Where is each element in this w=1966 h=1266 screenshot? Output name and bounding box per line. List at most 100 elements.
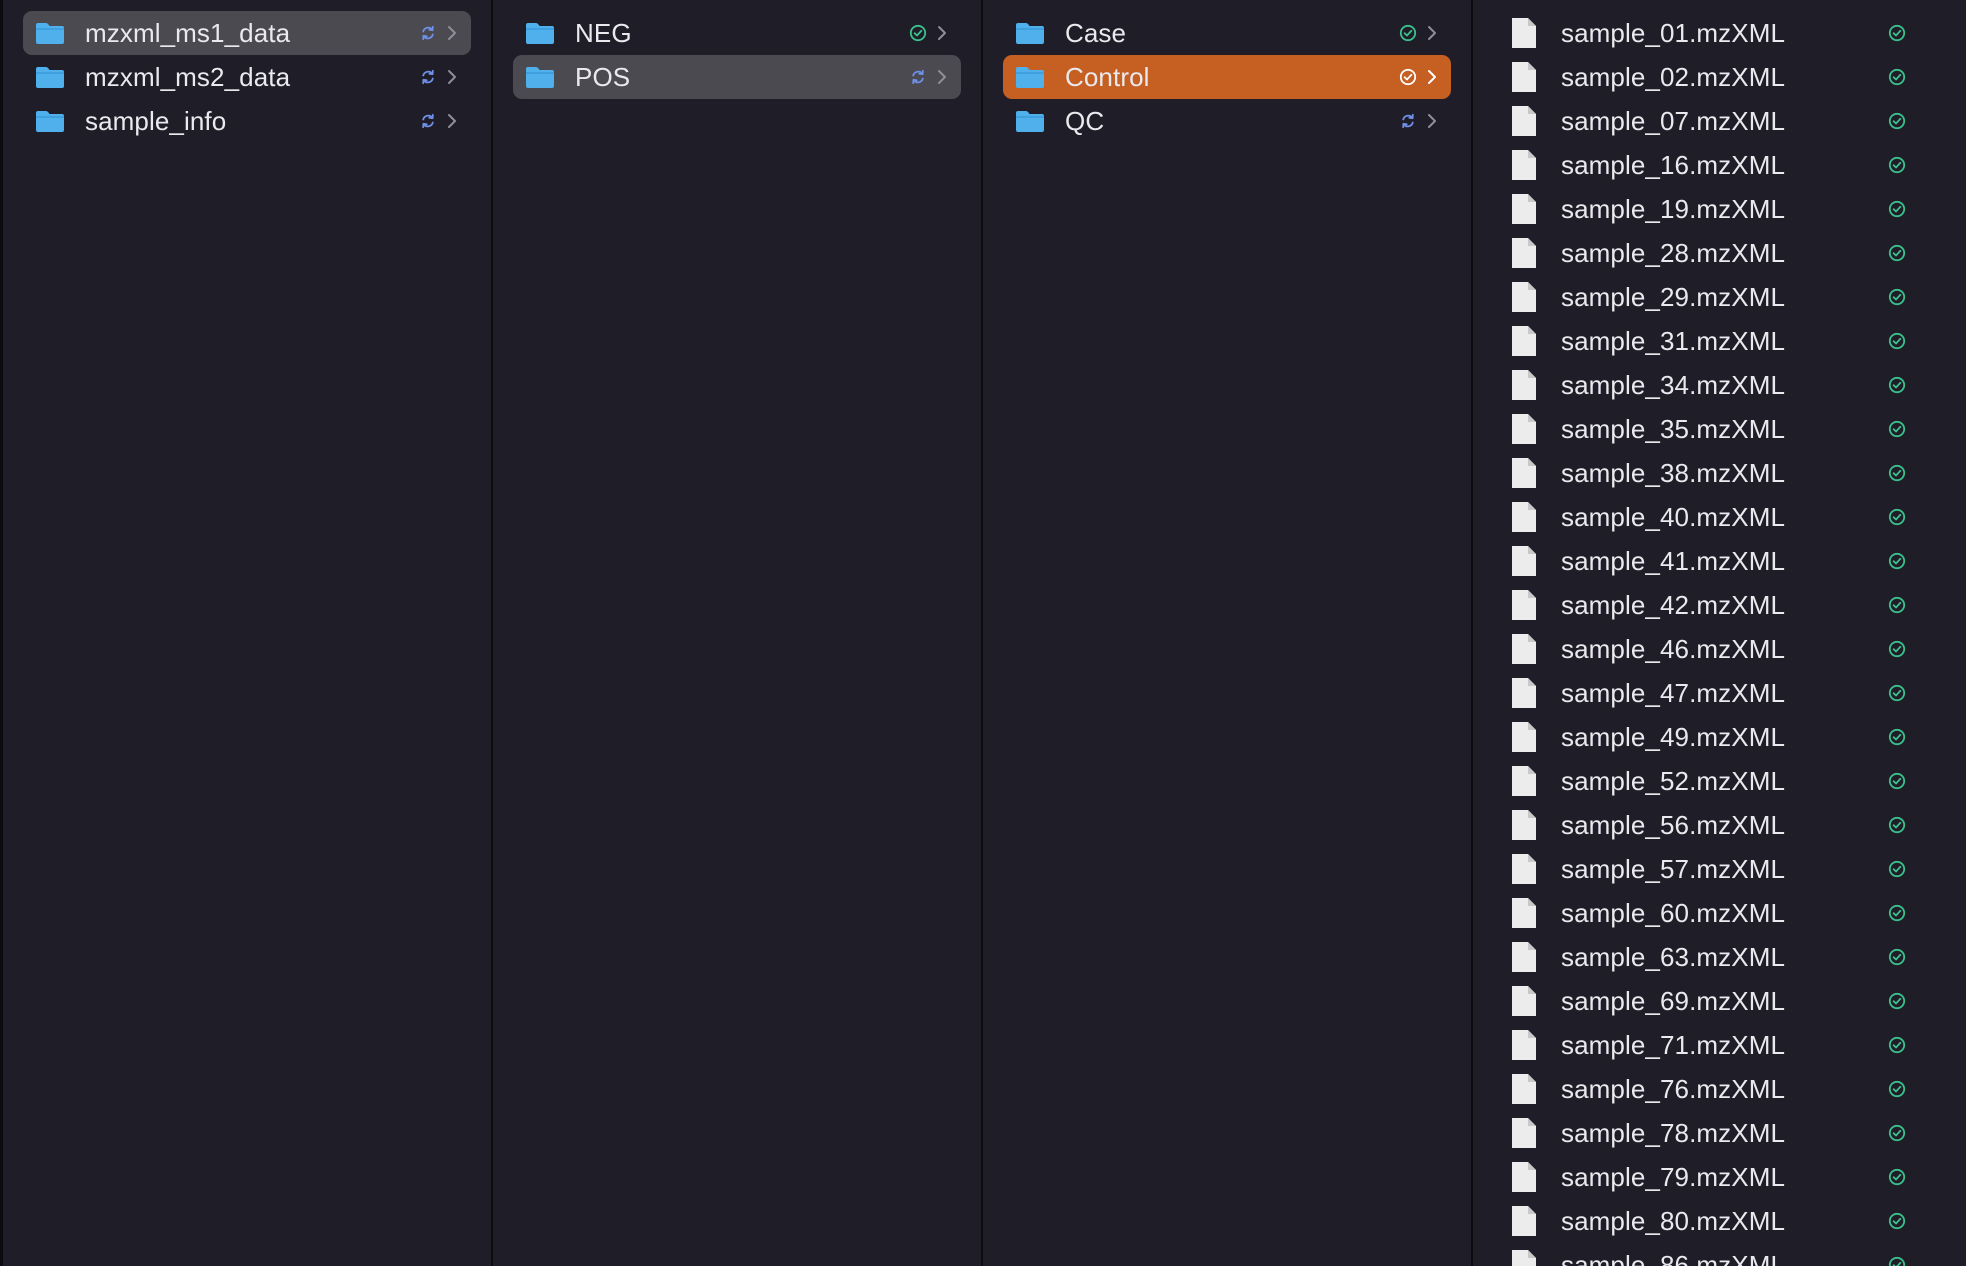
folder-icon xyxy=(525,21,555,45)
syncing-icon xyxy=(419,112,437,130)
synced-check-icon xyxy=(1888,200,1906,218)
file-row[interactable]: sample_63.mzXML xyxy=(1493,935,1946,979)
folder-icon xyxy=(1015,21,1045,45)
file-row[interactable]: sample_49.mzXML xyxy=(1493,715,1946,759)
file-name: sample_76.mzXML xyxy=(1561,1073,1786,1104)
folder-name: mzxml_ms1_data xyxy=(85,17,291,48)
file-row[interactable]: sample_78.mzXML xyxy=(1493,1111,1946,1155)
file-row[interactable]: sample_79.mzXML xyxy=(1493,1155,1946,1199)
document-icon xyxy=(1511,853,1537,885)
file-row[interactable]: sample_76.mzXML xyxy=(1493,1067,1946,1111)
file-name: sample_78.mzXML xyxy=(1561,1117,1786,1148)
synced-check-icon xyxy=(1888,376,1906,394)
folder-name: sample_info xyxy=(85,105,227,136)
file-name: sample_29.mzXML xyxy=(1561,281,1786,312)
document-icon xyxy=(1511,281,1537,313)
chevron-right-icon xyxy=(445,24,459,42)
synced-check-icon xyxy=(1888,816,1906,834)
file-name: sample_42.mzXML xyxy=(1561,589,1786,620)
file-name: sample_28.mzXML xyxy=(1561,237,1786,268)
file-row[interactable]: sample_29.mzXML xyxy=(1493,275,1946,319)
file-row[interactable]: sample_01.mzXML xyxy=(1493,11,1946,55)
document-icon xyxy=(1511,1205,1537,1237)
document-icon xyxy=(1511,325,1537,357)
file-row[interactable]: sample_19.mzXML xyxy=(1493,187,1946,231)
document-icon xyxy=(1511,941,1537,973)
chevron-right-icon xyxy=(1425,68,1439,86)
file-row[interactable]: sample_28.mzXML xyxy=(1493,231,1946,275)
file-name: sample_02.mzXML xyxy=(1561,61,1786,92)
file-name: sample_71.mzXML xyxy=(1561,1029,1786,1060)
file-row[interactable]: sample_31.mzXML xyxy=(1493,319,1946,363)
synced-check-icon xyxy=(1888,420,1906,438)
file-row[interactable]: sample_38.mzXML xyxy=(1493,451,1946,495)
file-row[interactable]: sample_42.mzXML xyxy=(1493,583,1946,627)
file-row[interactable]: sample_56.mzXML xyxy=(1493,803,1946,847)
synced-check-icon xyxy=(1888,596,1906,614)
browser-column-2[interactable]: NEG POS xyxy=(493,0,983,1266)
folder-row[interactable]: sample_info xyxy=(23,99,471,143)
file-row[interactable]: sample_47.mzXML xyxy=(1493,671,1946,715)
document-icon xyxy=(1511,17,1537,49)
file-row[interactable]: sample_46.mzXML xyxy=(1493,627,1946,671)
folder-row[interactable]: Control xyxy=(1003,55,1451,99)
chevron-right-icon xyxy=(445,68,459,86)
folder-icon xyxy=(35,109,65,133)
synced-check-icon xyxy=(909,24,927,42)
document-icon xyxy=(1511,413,1537,445)
browser-column-3[interactable]: Case Control QC xyxy=(983,0,1473,1266)
file-row[interactable]: sample_52.mzXML xyxy=(1493,759,1946,803)
file-name: sample_16.mzXML xyxy=(1561,149,1786,180)
document-icon xyxy=(1511,457,1537,489)
file-row[interactable]: sample_02.mzXML xyxy=(1493,55,1946,99)
file-row[interactable]: sample_69.mzXML xyxy=(1493,979,1946,1023)
file-row[interactable]: sample_80.mzXML xyxy=(1493,1199,1946,1243)
folder-name: QC xyxy=(1065,105,1105,136)
file-row[interactable]: sample_16.mzXML xyxy=(1493,143,1946,187)
column-browser: mzxml_ms1_data mzxml_ms2_data sample_info N… xyxy=(0,0,1966,1266)
file-row[interactable]: sample_86.mzXML xyxy=(1493,1243,1946,1266)
folder-row[interactable]: Case xyxy=(1003,11,1451,55)
folder-row[interactable]: mzxml_ms1_data xyxy=(23,11,471,55)
file-name: sample_07.mzXML xyxy=(1561,105,1786,136)
document-icon xyxy=(1511,1073,1537,1105)
file-name: sample_56.mzXML xyxy=(1561,809,1786,840)
file-name: sample_57.mzXML xyxy=(1561,853,1786,884)
file-row[interactable]: sample_57.mzXML xyxy=(1493,847,1946,891)
file-row[interactable]: sample_41.mzXML xyxy=(1493,539,1946,583)
synced-check-icon xyxy=(1888,68,1906,86)
document-icon xyxy=(1511,149,1537,181)
file-row[interactable]: sample_35.mzXML xyxy=(1493,407,1946,451)
synced-check-icon xyxy=(1888,684,1906,702)
browser-column-1[interactable]: mzxml_ms1_data mzxml_ms2_data sample_info xyxy=(3,0,493,1266)
folder-row[interactable]: QC xyxy=(1003,99,1451,143)
file-name: sample_79.mzXML xyxy=(1561,1161,1786,1192)
file-name: sample_69.mzXML xyxy=(1561,985,1786,1016)
document-icon xyxy=(1511,985,1537,1017)
file-row[interactable]: sample_40.mzXML xyxy=(1493,495,1946,539)
synced-check-icon xyxy=(1888,552,1906,570)
document-icon xyxy=(1511,1249,1537,1266)
file-row[interactable]: sample_71.mzXML xyxy=(1493,1023,1946,1067)
document-icon xyxy=(1511,589,1537,621)
folder-row[interactable]: mzxml_ms2_data xyxy=(23,55,471,99)
syncing-icon xyxy=(419,24,437,42)
file-name: sample_47.mzXML xyxy=(1561,677,1786,708)
synced-check-icon xyxy=(1888,1256,1906,1266)
document-icon xyxy=(1511,721,1537,753)
file-row[interactable]: sample_34.mzXML xyxy=(1493,363,1946,407)
file-name: sample_01.mzXML xyxy=(1561,17,1786,48)
folder-row[interactable]: NEG xyxy=(513,11,961,55)
file-name: sample_31.mzXML xyxy=(1561,325,1786,356)
syncing-icon xyxy=(1399,112,1417,130)
folder-name: POS xyxy=(575,61,631,92)
file-name: sample_86.mzXML xyxy=(1561,1249,1786,1266)
browser-column-4[interactable]: sample_01.mzXML sample_02.mzXML sample_07.… xyxy=(1473,0,1966,1266)
file-name: sample_80.mzXML xyxy=(1561,1205,1786,1236)
folder-icon xyxy=(35,65,65,89)
file-row[interactable]: sample_07.mzXML xyxy=(1493,99,1946,143)
folder-row[interactable]: POS xyxy=(513,55,961,99)
document-icon xyxy=(1511,1117,1537,1149)
file-row[interactable]: sample_60.mzXML xyxy=(1493,891,1946,935)
folder-name: Case xyxy=(1065,17,1127,48)
